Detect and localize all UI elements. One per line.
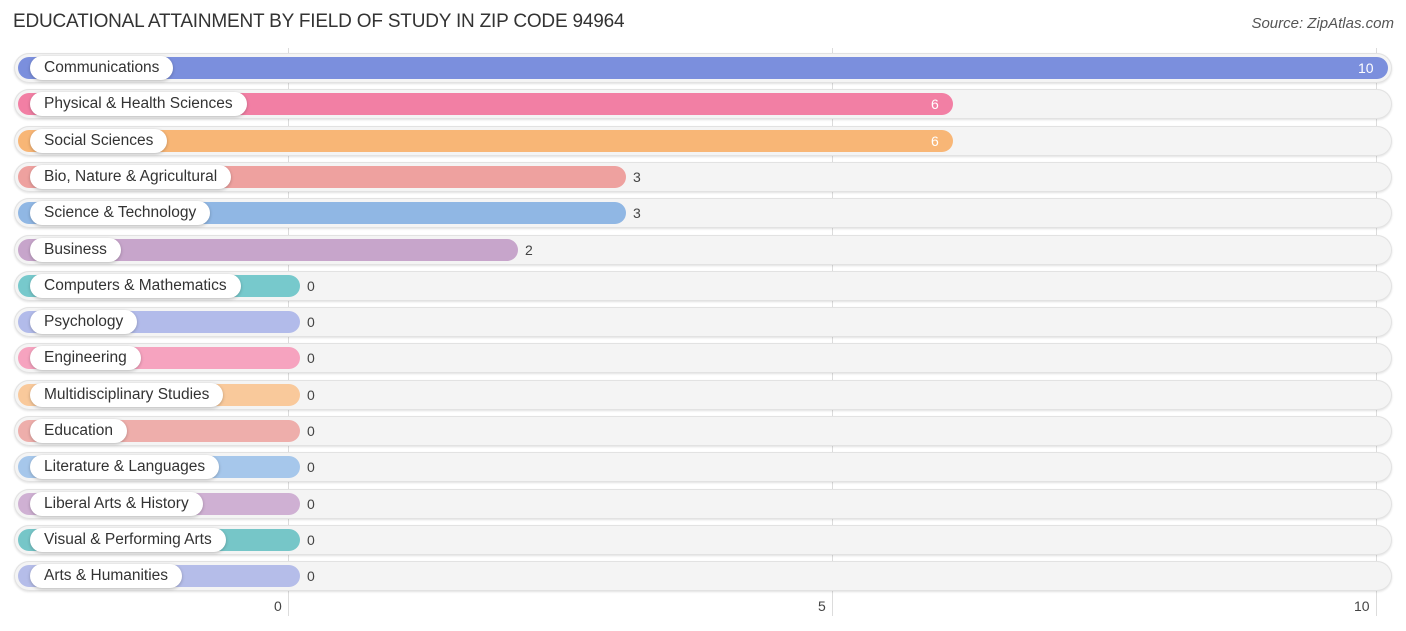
value-label: 0 xyxy=(307,387,315,403)
value-label: 0 xyxy=(307,423,315,439)
category-label: Communications xyxy=(30,56,174,80)
category-label: Education xyxy=(30,419,127,443)
value-label: 0 xyxy=(307,532,315,548)
value-label: 0 xyxy=(307,314,315,330)
category-label: Computers & Mathematics xyxy=(30,274,241,298)
value-label: 10 xyxy=(1358,60,1374,76)
value-label: 2 xyxy=(525,242,533,258)
value-label: 0 xyxy=(307,568,315,584)
category-label: Arts & Humanities xyxy=(30,564,183,588)
category-label: Bio, Nature & Agricultural xyxy=(30,165,232,189)
category-label: Social Sciences xyxy=(30,129,168,153)
category-label: Liberal Arts & History xyxy=(30,492,203,516)
value-label: 3 xyxy=(633,169,641,185)
value-label: 0 xyxy=(307,496,315,512)
value-label: 0 xyxy=(307,350,315,366)
value-label: 6 xyxy=(931,96,939,112)
bar xyxy=(18,57,1388,79)
chart-title: EDUCATIONAL ATTAINMENT BY FIELD OF STUDY… xyxy=(13,11,625,32)
source-label: Source: ZipAtlas.com xyxy=(1251,15,1394,32)
x-tick-label: 0 xyxy=(274,598,282,614)
value-label: 3 xyxy=(633,205,641,221)
x-tick-label: 10 xyxy=(1354,598,1370,614)
value-label: 0 xyxy=(307,278,315,294)
value-label: 6 xyxy=(931,133,939,149)
category-label: Multidisciplinary Studies xyxy=(30,383,224,407)
category-label: Business xyxy=(30,238,121,262)
category-label: Literature & Languages xyxy=(30,455,220,479)
value-label: 0 xyxy=(307,459,315,475)
category-label: Engineering xyxy=(30,346,141,370)
category-label: Physical & Health Sciences xyxy=(30,92,247,116)
category-label: Science & Technology xyxy=(30,201,211,225)
category-label: Visual & Performing Arts xyxy=(30,528,226,552)
x-tick-label: 5 xyxy=(818,598,826,614)
category-label: Psychology xyxy=(30,310,138,334)
